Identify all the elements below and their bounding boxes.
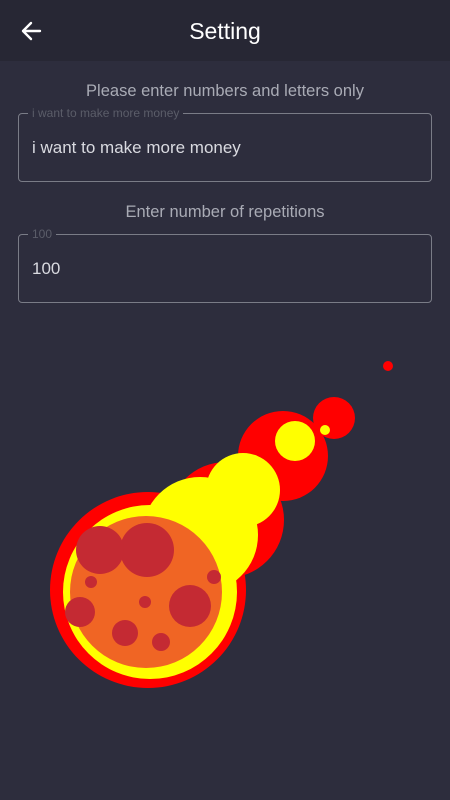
text-input[interactable] [32,136,412,160]
settings-screen: Setting Please enter numbers and letters… [0,0,450,800]
text-field-label: i want to make more money [28,106,184,120]
meteor-illustration [50,361,393,688]
repetitions-field[interactable]: 100 [18,227,432,303]
repetitions-hint: Enter number of repetitions [125,203,325,221]
text-field[interactable]: i want to make more money [18,106,432,182]
repetitions-input[interactable] [32,257,412,281]
text-input-hint: Please enter numbers and letters only [86,82,364,100]
repetitions-field-label: 100 [28,227,57,241]
app-bar: Setting [0,0,450,61]
page-title: Setting [189,18,261,44]
